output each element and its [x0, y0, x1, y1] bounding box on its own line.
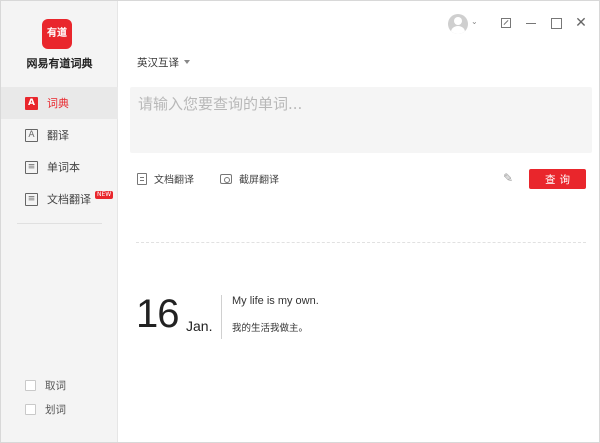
document-translate-button[interactable]: 文档翻译: [137, 171, 194, 186]
maximize-icon[interactable]: [547, 14, 565, 32]
sidebar-item-label: 文档翻译: [47, 193, 91, 206]
select-word-checkbox[interactable]: [25, 403, 36, 415]
screenshot-translate-button[interactable]: 截屏翻译: [220, 171, 279, 186]
sidebar-options: 取词 划词: [25, 373, 66, 421]
option-select-word[interactable]: 划词: [25, 397, 66, 421]
translate-icon: A: [25, 128, 38, 142]
search-box: [130, 87, 592, 153]
chevron-down-icon[interactable]: ⌄: [471, 17, 478, 26]
dictionary-icon: A: [25, 96, 38, 110]
sidebar-item-wordbook[interactable]: ≡ 单词本: [1, 151, 118, 183]
avatar-icon[interactable]: [448, 14, 468, 34]
brand-name: 网易有道词典: [26, 57, 93, 70]
mini-mode-icon[interactable]: [497, 14, 515, 32]
title-bar: ⌄ ✕: [119, 1, 599, 47]
daily-english[interactable]: My life is my own.: [232, 295, 319, 307]
option-label: 划词: [45, 403, 66, 416]
app-window: 有道 网易有道词典 A 词典 A 翻译 ≡ 单词本 ≡ 文档翻译 NEW 取词 …: [0, 0, 600, 443]
tool-label: 截屏翻译: [239, 175, 279, 186]
capture-word-checkbox[interactable]: [25, 379, 36, 391]
query-button[interactable]: 查询: [529, 169, 586, 189]
language-select[interactable]: 英汉互译: [137, 55, 190, 70]
sidebar-item-dictionary[interactable]: A 词典: [1, 87, 118, 119]
handwriting-icon[interactable]: ✎: [503, 171, 513, 185]
language-select-value: 英汉互译: [137, 57, 179, 69]
option-label: 取词: [45, 379, 66, 392]
youdao-logo: 有道: [42, 19, 72, 49]
caret-down-icon: [184, 60, 190, 64]
minimize-icon[interactable]: [522, 14, 540, 32]
wordbook-icon: ≡: [25, 160, 38, 174]
sidebar-item-label: 翻译: [47, 129, 69, 142]
sidebar-nav: A 词典 A 翻译 ≡ 单词本 ≡ 文档翻译 NEW: [1, 87, 118, 215]
sidebar-item-translate[interactable]: A 翻译: [1, 119, 118, 151]
option-capture-word[interactable]: 取词: [25, 373, 66, 397]
search-input[interactable]: [138, 93, 584, 115]
screenshot-icon: [220, 173, 232, 184]
translate-tools: 文档翻译 截屏翻译: [137, 171, 305, 186]
close-icon[interactable]: ✕: [572, 14, 590, 32]
sidebar-item-label: 词典: [47, 97, 69, 110]
sidebar-item-label: 单词本: [47, 161, 80, 174]
daily-divider: [221, 295, 222, 339]
sidebar-item-document-translate[interactable]: ≡ 文档翻译 NEW: [1, 183, 118, 215]
daily-month: Jan.: [186, 318, 213, 334]
sidebar-divider: [17, 223, 102, 224]
document-icon: [137, 172, 147, 185]
daily-chinese: 我的生活我做主。: [232, 323, 309, 334]
tool-label: 文档翻译: [154, 175, 194, 186]
new-badge: NEW: [95, 191, 114, 199]
sidebar: 有道 网易有道词典 A 词典 A 翻译 ≡ 单词本 ≡ 文档翻译 NEW 取词 …: [1, 1, 118, 442]
content-divider: [136, 242, 586, 243]
document-translate-icon: ≡: [25, 192, 38, 206]
daily-day: 16: [136, 292, 179, 336]
